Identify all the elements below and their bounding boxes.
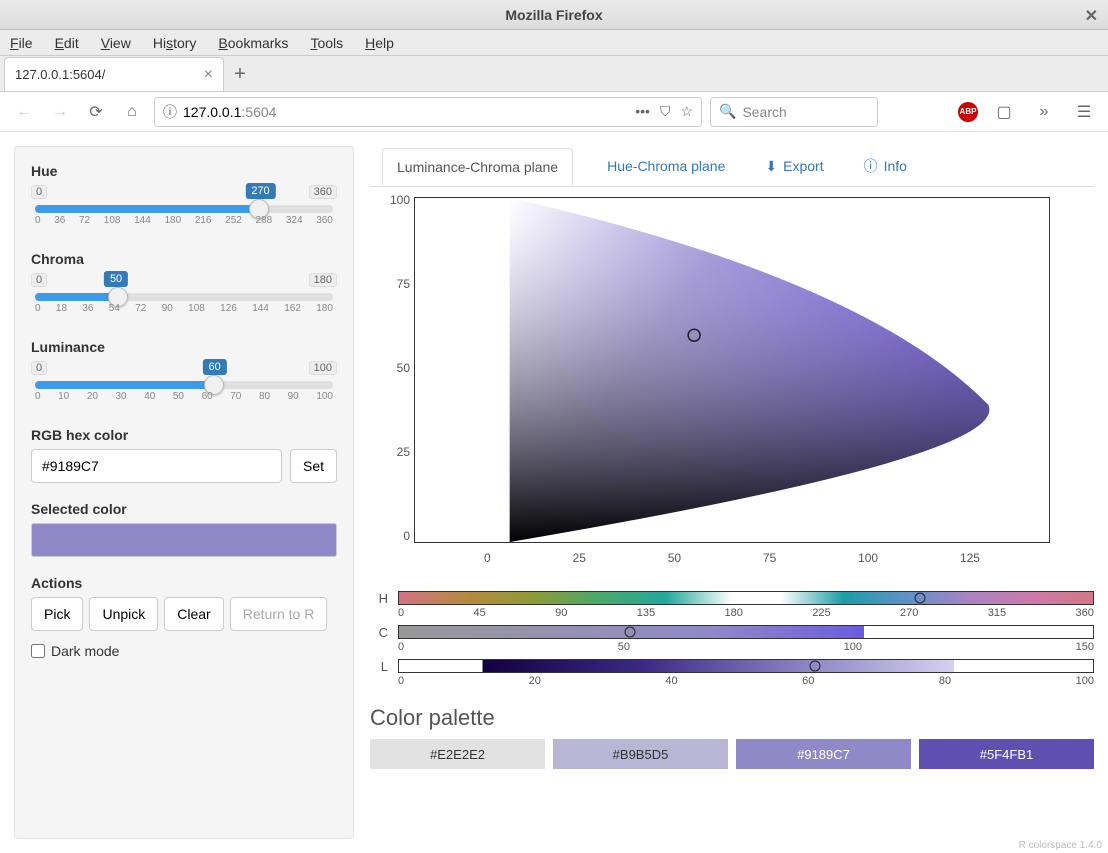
download-icon: ⬇ xyxy=(765,158,777,175)
luminance-value-badge: 60 xyxy=(202,359,226,375)
actions-label: Actions xyxy=(31,575,337,591)
selected-color-label: Selected color xyxy=(31,501,337,517)
home-button[interactable]: ⌂ xyxy=(118,98,146,126)
controls-panel: Hue 0 360 270 03672108144180216252288324… xyxy=(14,146,354,839)
browser-tabbar: 127.0.0.1:5604/ × + xyxy=(0,56,1108,92)
menu-bookmarks[interactable]: Bookmarks xyxy=(218,35,288,51)
palette-swatch[interactable]: #9189C7 xyxy=(736,739,911,769)
chroma-value-badge: 50 xyxy=(104,271,128,287)
reload-button[interactable]: ⟳ xyxy=(82,98,110,126)
bar-l-label: L xyxy=(370,659,388,674)
chroma-label: Chroma xyxy=(31,251,337,267)
search-bar[interactable]: 🔍 Search xyxy=(710,97,878,127)
menu-view[interactable]: View xyxy=(101,35,131,51)
main-panel: Luminance-Chroma plane Hue-Chroma plane … xyxy=(370,146,1094,839)
chroma-max: 180 xyxy=(309,273,337,287)
menu-history[interactable]: History xyxy=(153,35,197,51)
luminance-slider[interactable]: 0 100 60 0102030405060708090100 xyxy=(31,361,337,409)
bar-c-marker xyxy=(625,627,636,638)
info-icon: ⓘ xyxy=(864,156,878,176)
darkmode-input[interactable] xyxy=(31,644,45,658)
tab-info[interactable]: ⓘInfo xyxy=(858,146,913,186)
unpick-button[interactable]: Unpick xyxy=(89,597,158,631)
browser-tab[interactable]: 127.0.0.1:5604/ × xyxy=(4,57,224,91)
luminance-label: Luminance xyxy=(31,339,337,355)
hcl-bars: H 04590135180225270315360 C 050100150 L xyxy=(370,587,1094,689)
window-close-button[interactable]: ✕ xyxy=(1085,6,1098,26)
url-host: 127.0.0.1 xyxy=(183,104,241,120)
info-icon[interactable]: ⓘ xyxy=(163,102,177,122)
pocket-icon[interactable]: ⛉ xyxy=(660,103,671,120)
luminance-min: 0 xyxy=(31,361,47,375)
footer-text: R colorspace 1.4.0 xyxy=(1019,840,1102,851)
hue-min: 0 xyxy=(31,185,47,199)
palette-swatch[interactable]: #B9B5D5 xyxy=(553,739,728,769)
browser-navbar: ← → ⟳ ⌂ ⓘ 127.0.0.1:5604 ••• ⛉ ☆ 🔍 Searc… xyxy=(0,92,1108,132)
search-icon: 🔍 xyxy=(719,103,736,120)
menu-edit[interactable]: Edit xyxy=(55,35,79,51)
view-tabs: Luminance-Chroma plane Hue-Chroma plane … xyxy=(370,146,1094,187)
bar-c-label: C xyxy=(370,625,388,640)
hue-label: Hue xyxy=(31,163,337,179)
overflow-icon[interactable]: » xyxy=(1030,98,1058,126)
chroma-min: 0 xyxy=(31,273,47,287)
palette-title: Color palette xyxy=(370,705,1094,731)
palette-swatch[interactable]: #E2E2E2 xyxy=(370,739,545,769)
lc-plot: 1007550250 xyxy=(370,193,1070,583)
url-port: :5604 xyxy=(241,104,276,120)
bar-h-marker xyxy=(914,593,925,604)
darkmode-checkbox[interactable]: Dark mode xyxy=(31,643,337,659)
tab-export[interactable]: ⬇Export xyxy=(759,148,829,185)
bar-l-marker xyxy=(810,661,821,672)
bar-l[interactable] xyxy=(398,659,1094,673)
clear-button[interactable]: Clear xyxy=(164,597,223,631)
hex-label: RGB hex color xyxy=(31,427,337,443)
sidebar-icon[interactable]: ▢ xyxy=(990,98,1018,126)
hamburger-icon[interactable]: ☰ xyxy=(1070,98,1098,126)
tab-lc-plane[interactable]: Luminance-Chroma plane xyxy=(382,148,573,186)
back-button[interactable]: ← xyxy=(10,98,38,126)
search-placeholder: Search xyxy=(742,104,786,120)
tab-label: 127.0.0.1:5604/ xyxy=(15,67,105,82)
window-title: Mozilla Firefox xyxy=(505,7,602,23)
tab-hc-plane[interactable]: Hue-Chroma plane xyxy=(601,148,731,184)
chroma-slider[interactable]: 0 180 50 01836547290108126144162180 xyxy=(31,273,337,321)
url-bar[interactable]: ⓘ 127.0.0.1:5604 ••• ⛉ ☆ xyxy=(154,97,702,127)
bookmark-star-icon[interactable]: ☆ xyxy=(680,103,693,120)
return-button[interactable]: Return to R xyxy=(230,597,328,631)
menu-help[interactable]: Help xyxy=(365,35,394,51)
abp-icon[interactable]: ABP xyxy=(958,102,978,122)
hue-slider[interactable]: 0 360 270 03672108144180216252288324360 xyxy=(31,185,337,233)
palette-row: #E2E2E2 #B9B5D5 #9189C7 #5F4FB1 xyxy=(370,739,1094,769)
bar-h-label: H xyxy=(370,591,388,606)
page-actions-icon[interactable]: ••• xyxy=(635,103,650,120)
hue-value-badge: 270 xyxy=(245,183,275,199)
menu-tools[interactable]: Tools xyxy=(310,35,343,51)
pick-button[interactable]: Pick xyxy=(31,597,83,631)
browser-menubar: File Edit View History Bookmarks Tools H… xyxy=(0,30,1108,56)
tab-close-button[interactable]: × xyxy=(204,66,213,84)
bar-h[interactable] xyxy=(398,591,1094,605)
menu-file[interactable]: File xyxy=(10,35,33,51)
hue-max: 360 xyxy=(309,185,337,199)
bar-c[interactable] xyxy=(398,625,1094,639)
selected-color-swatch xyxy=(31,523,337,557)
darkmode-label: Dark mode xyxy=(51,643,119,659)
new-tab-button[interactable]: + xyxy=(224,57,256,91)
hex-input[interactable] xyxy=(31,449,282,483)
luminance-max: 100 xyxy=(309,361,337,375)
set-button[interactable]: Set xyxy=(290,449,337,483)
palette-swatch[interactable]: #5F4FB1 xyxy=(919,739,1094,769)
forward-button[interactable]: → xyxy=(46,98,74,126)
window-titlebar: Mozilla Firefox ✕ xyxy=(0,0,1108,30)
